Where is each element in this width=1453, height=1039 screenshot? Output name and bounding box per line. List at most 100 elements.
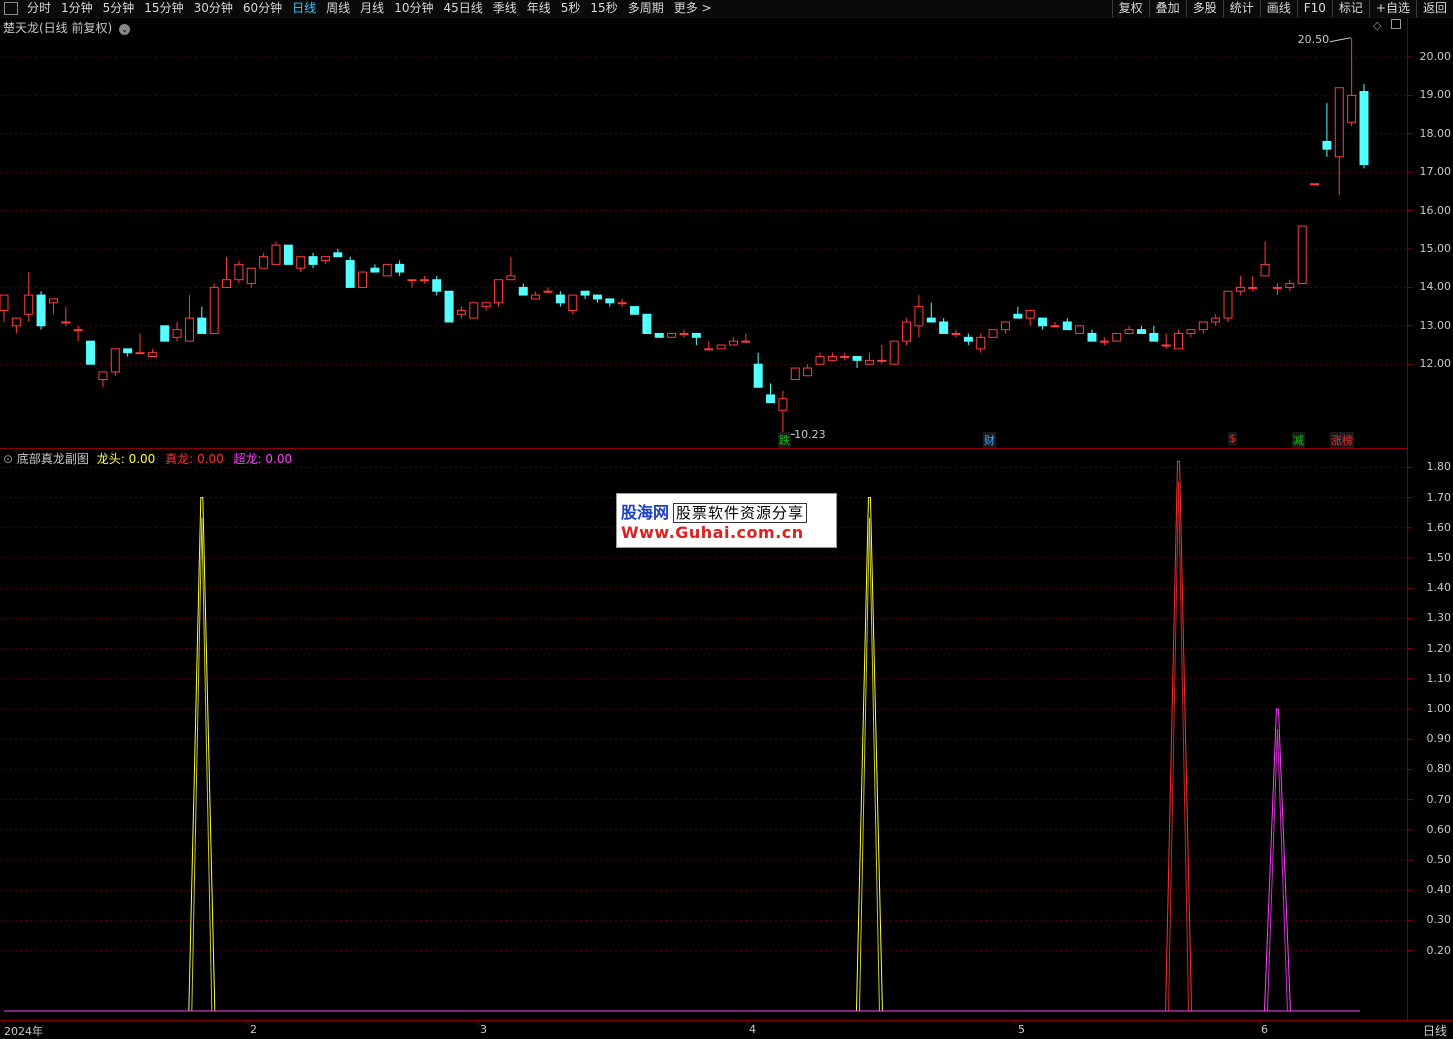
candle-up	[976, 336, 986, 350]
candle-up	[1000, 321, 1010, 331]
candle-up	[728, 340, 738, 346]
candle-up	[840, 356, 850, 359]
y-tick-label: 15.00	[1419, 242, 1452, 255]
candle-up	[110, 348, 120, 373]
candle-up	[296, 256, 306, 269]
candle-down	[432, 279, 442, 292]
candle-up	[667, 332, 677, 338]
watermark-url: Www.Guhai.com.cn	[621, 523, 804, 542]
candle-down	[605, 298, 615, 304]
candle-down	[160, 325, 170, 342]
candle-up	[48, 298, 58, 304]
candle-up	[506, 275, 516, 281]
candle-up	[568, 294, 578, 311]
candle-up	[1198, 321, 1208, 331]
candle-up	[827, 356, 837, 361]
x-tick-label: 2	[250, 1023, 257, 1036]
candle-down	[642, 313, 652, 334]
candle-down	[444, 290, 454, 323]
low-price-label: ←10.23	[784, 428, 826, 442]
candle-up	[456, 309, 466, 315]
candle-down	[1013, 313, 1023, 319]
candle-up	[864, 359, 874, 365]
candle-down	[1136, 329, 1146, 334]
candle-up	[73, 329, 83, 332]
y-tick-label: 1.70	[1426, 490, 1452, 504]
candle-up	[382, 263, 392, 277]
candle-up	[1272, 286, 1282, 289]
candle-up	[1310, 183, 1320, 186]
candle-down	[1322, 140, 1332, 150]
y-tick-label: 0.30	[1426, 913, 1452, 927]
candle-down	[1087, 332, 1097, 342]
candle-up	[803, 367, 813, 377]
y-tick-label: 17.00	[1419, 165, 1452, 179]
candle-up	[877, 359, 887, 362]
candle-up	[1235, 286, 1245, 292]
y-tick-label: 0.20	[1426, 943, 1452, 957]
candle-up	[61, 321, 71, 324]
watermark: 股海网 股票软件资源分享 Www.Guhai.com.cn	[616, 493, 837, 548]
x-tick-label: 4	[749, 1023, 756, 1036]
candle-up	[1075, 325, 1085, 334]
x-tick-label: 5	[1018, 1023, 1025, 1036]
candle-down	[939, 321, 949, 334]
candle-down	[753, 363, 763, 388]
x-tick-label: 6	[1261, 1023, 1268, 1036]
y-tick-label: 14.00	[1419, 280, 1452, 294]
candle-up	[889, 340, 899, 365]
candle-down	[333, 252, 343, 258]
y-tick-label: 0.50	[1426, 853, 1452, 866]
candle-up	[1285, 283, 1295, 288]
candle-down	[691, 332, 701, 338]
candle-down	[36, 294, 46, 327]
candle-up	[1211, 317, 1221, 323]
candle-up	[741, 340, 751, 343]
candle-up	[951, 332, 961, 335]
candle-up	[24, 294, 34, 315]
indicator-peak-1	[1165, 460, 1193, 1012]
candle-up	[234, 263, 244, 281]
candle-up	[1334, 87, 1344, 158]
candle-up	[1124, 329, 1134, 334]
candle-up	[1260, 263, 1270, 277]
candle-up	[98, 371, 108, 381]
candle-up	[0, 294, 9, 311]
y-tick-label: 19.00	[1419, 88, 1452, 102]
candle-down	[518, 286, 528, 296]
candle-down	[345, 260, 355, 288]
high-price-label: 20.50	[1297, 32, 1330, 46]
candle-up	[1347, 94, 1357, 123]
y-tick-label: 1.80	[1426, 460, 1452, 474]
candle-up	[172, 329, 182, 338]
candle-up	[1248, 286, 1258, 289]
y-tick-label: 16.00	[1419, 203, 1452, 217]
candle-down	[580, 290, 590, 296]
candle-up	[209, 286, 219, 334]
y-tick-label: 0.70	[1426, 792, 1452, 806]
candle-up	[1161, 344, 1171, 347]
candle-up	[320, 256, 330, 262]
indicator-peak-0	[855, 497, 883, 1012]
candle-up	[815, 356, 825, 365]
watermark-slogan: 股票软件资源分享	[673, 503, 808, 523]
candle-up	[988, 329, 998, 338]
candle-down	[963, 336, 973, 342]
candle-up	[259, 256, 269, 269]
candle-down	[555, 294, 565, 304]
candle-down	[123, 348, 133, 354]
candle-up	[135, 352, 145, 355]
candle-up	[419, 279, 429, 282]
y-tick-label: 1.40	[1426, 581, 1452, 595]
candle-down	[370, 267, 380, 273]
event-marker-0: 跌	[778, 432, 791, 448]
candle-up	[407, 279, 417, 282]
candle-up	[1223, 290, 1233, 319]
candle-down	[1038, 317, 1048, 327]
candle-down	[197, 317, 207, 334]
candle-up	[543, 290, 553, 293]
candle-up	[1174, 332, 1184, 350]
candle-up	[790, 367, 800, 381]
candle-up	[704, 348, 714, 351]
candle-up	[902, 321, 912, 342]
